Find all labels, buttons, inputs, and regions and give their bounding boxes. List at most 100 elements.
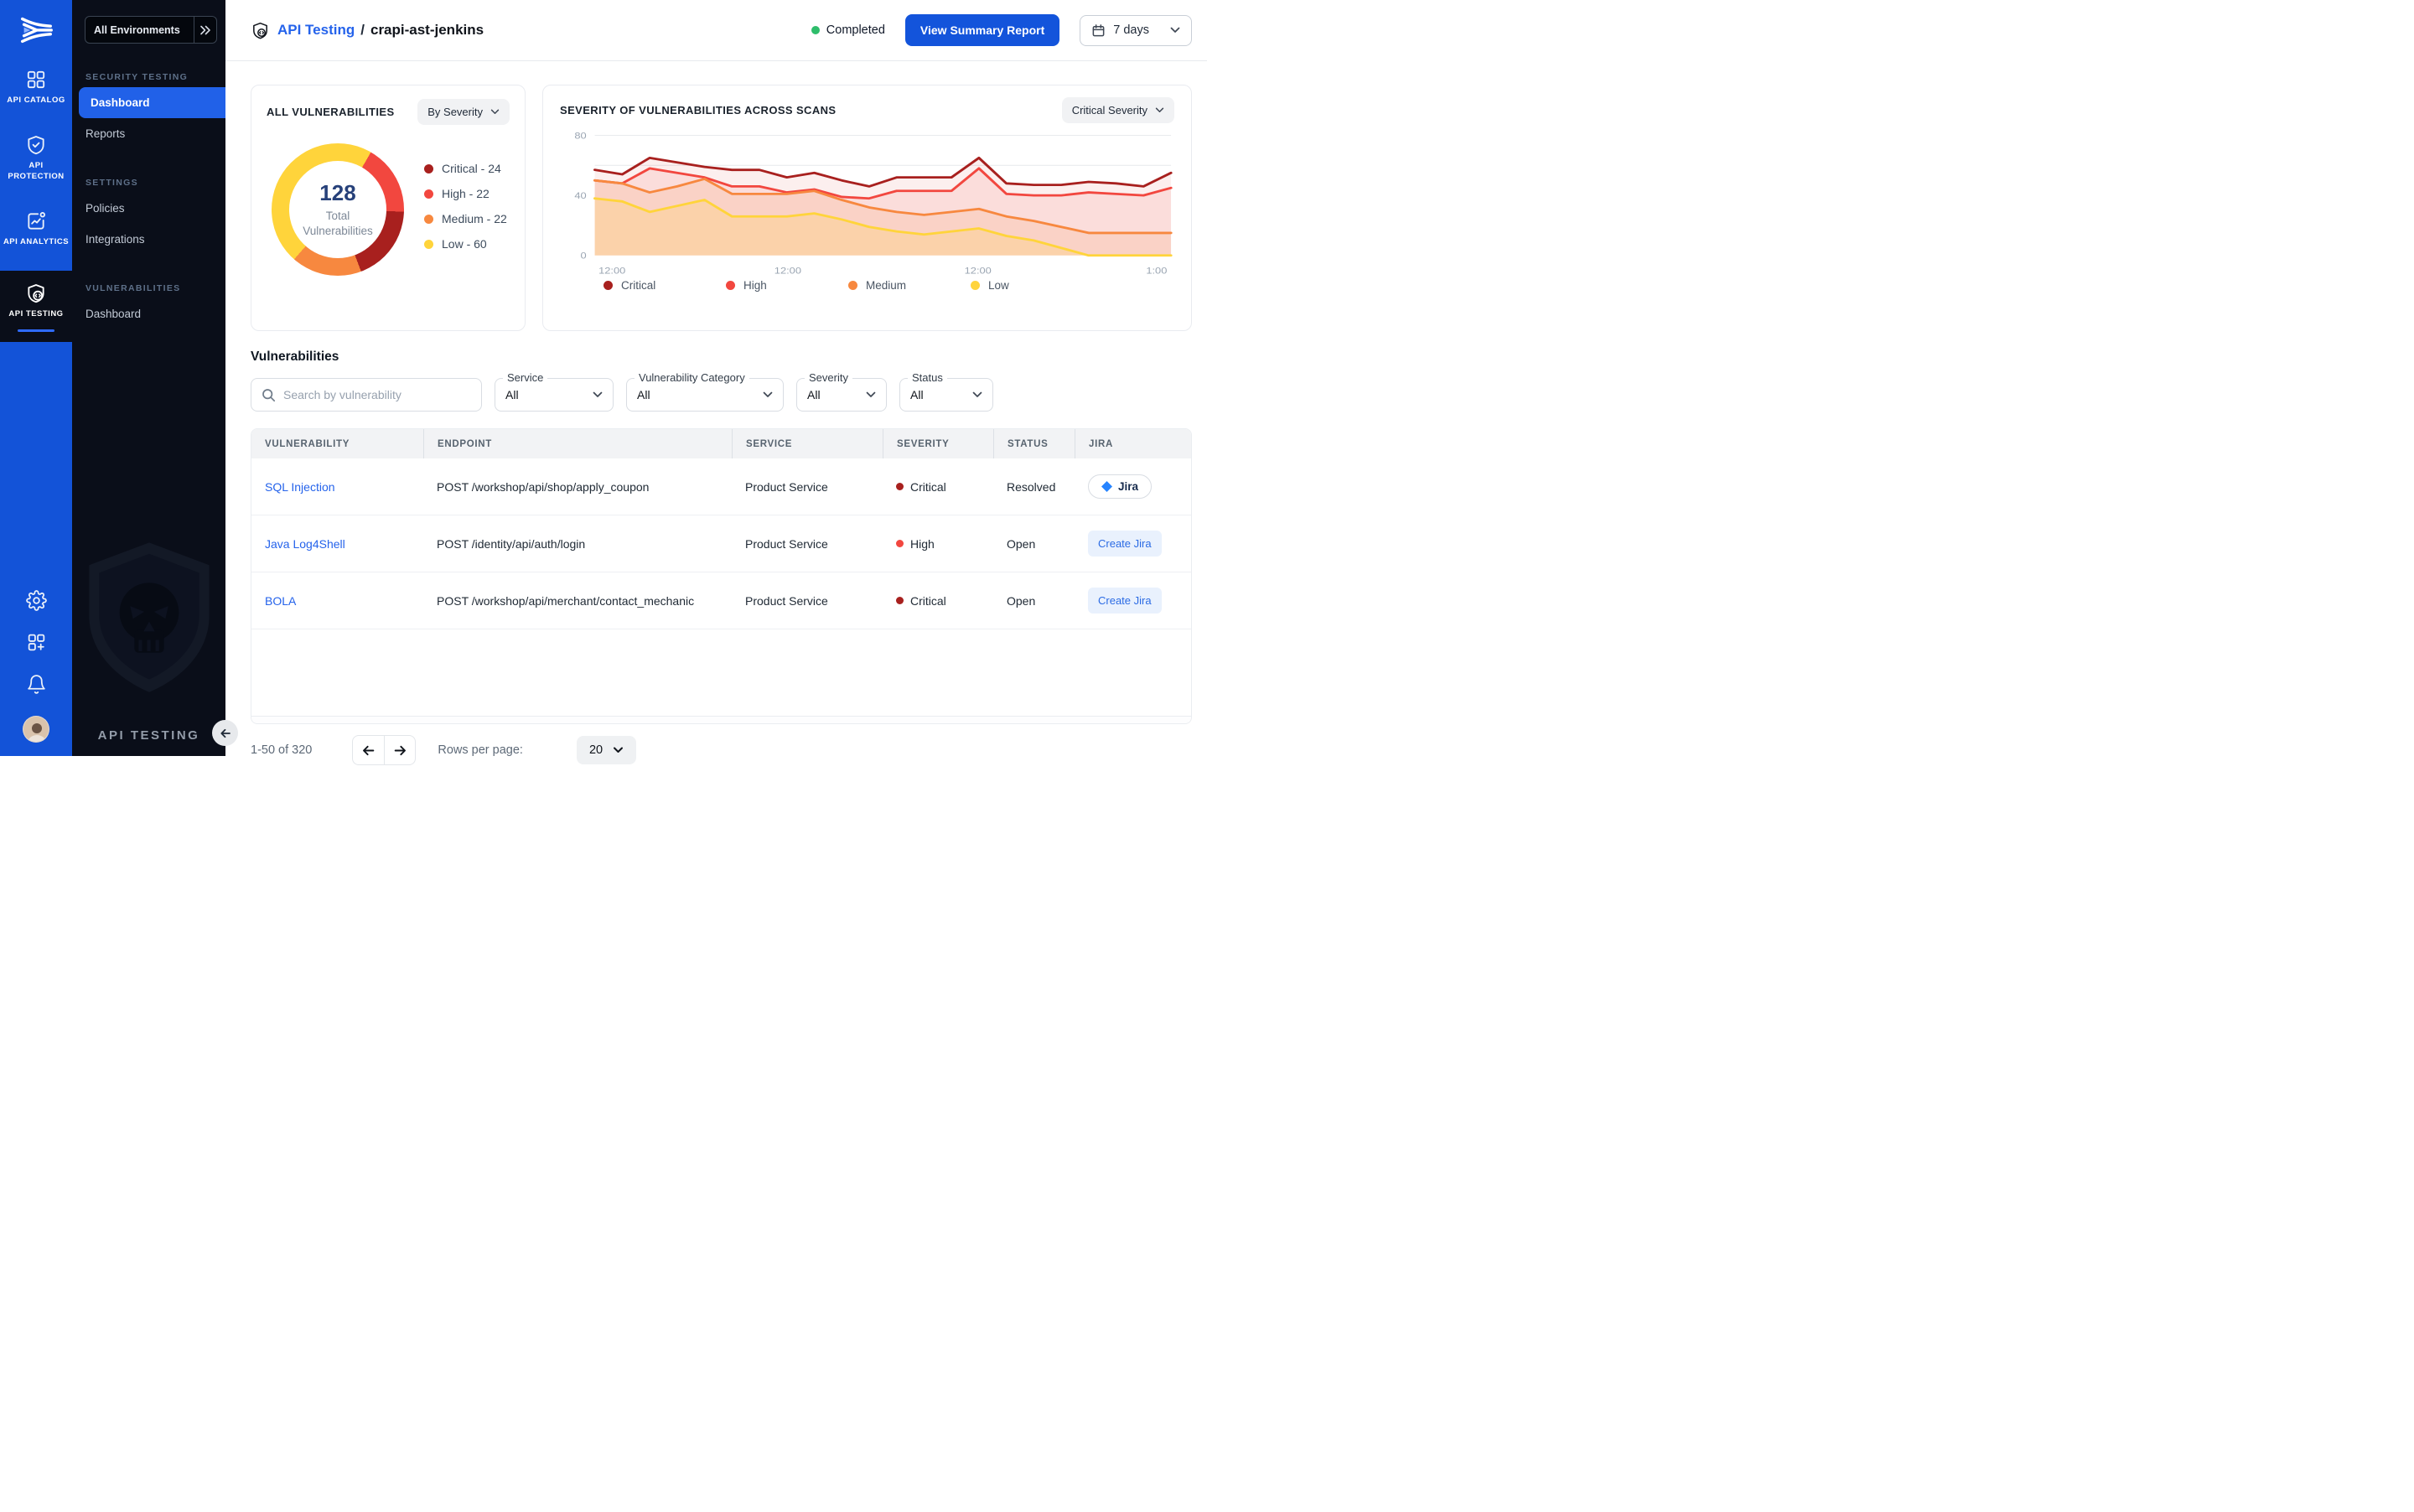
sidebar-section-settings: SETTINGS bbox=[85, 178, 212, 188]
sidebar-item-reports[interactable]: Reports bbox=[72, 118, 225, 149]
horizontal-scrollbar[interactable] bbox=[251, 716, 1191, 723]
rows-per-page-select[interactable]: 20 bbox=[577, 736, 636, 764]
rail-item-api-catalog[interactable]: API CATALOG bbox=[0, 60, 72, 114]
severity-dot bbox=[896, 597, 904, 604]
active-rail-indicator bbox=[18, 329, 54, 332]
filter-service[interactable]: Service All bbox=[495, 378, 614, 412]
filter-severity[interactable]: Severity All bbox=[796, 378, 887, 412]
apps-add-icon[interactable] bbox=[26, 632, 47, 653]
svg-text:12:00: 12:00 bbox=[598, 265, 625, 276]
sidebar-item-dashboard[interactable]: Dashboard bbox=[79, 87, 225, 118]
severity-trend-card: SEVERITY OF VULNERABILITIES ACROSS SCANS… bbox=[542, 85, 1192, 331]
filter-status[interactable]: Status All bbox=[899, 378, 993, 412]
environment-selector[interactable]: All Environments bbox=[85, 16, 217, 44]
filter-value: All bbox=[910, 388, 924, 401]
sidebar-item-vuln-dashboard[interactable]: Dashboard bbox=[72, 298, 225, 329]
sidebar-item-integrations[interactable]: Integrations bbox=[72, 224, 225, 255]
service-cell: Product Service bbox=[732, 594, 883, 608]
donut-card-title: ALL VULNERABILITIES bbox=[267, 106, 395, 118]
trend-card-title: SEVERITY OF VULNERABILITIES ACROSS SCANS bbox=[560, 104, 837, 117]
rows-per-page-label: Rows per page: bbox=[438, 743, 523, 757]
rail-item-label: API TESTING bbox=[8, 309, 63, 319]
chevron-down-icon bbox=[1155, 107, 1164, 113]
chevron-down-icon bbox=[613, 747, 624, 753]
search-input[interactable] bbox=[283, 388, 471, 401]
filter-vulnerability-category[interactable]: Vulnerability Category All bbox=[626, 378, 784, 412]
endpoint-cell: POST /workshop/api/shop/apply_coupon bbox=[423, 480, 732, 494]
column-header-vulnerability[interactable]: VULNERABILITY bbox=[251, 429, 423, 458]
svg-text:12:00: 12:00 bbox=[965, 265, 992, 276]
notifications-bell-icon[interactable] bbox=[26, 674, 47, 695]
chevron-down-icon bbox=[490, 109, 500, 115]
jira-link-button[interactable]: Jira bbox=[1088, 474, 1152, 499]
legend-dot bbox=[726, 281, 735, 290]
svg-text:1:00: 1:00 bbox=[1146, 265, 1167, 276]
chevron-double-right-icon[interactable] bbox=[194, 17, 216, 43]
svg-text:0: 0 bbox=[581, 250, 587, 261]
trend-severity-value: Critical Severity bbox=[1072, 104, 1147, 117]
filter-value: All bbox=[807, 388, 821, 401]
legend-dot bbox=[424, 164, 433, 173]
pager-buttons bbox=[352, 735, 416, 765]
severity-cell: Critical bbox=[883, 480, 993, 494]
scan-status: Completed bbox=[811, 23, 885, 37]
skull-shield-watermark bbox=[82, 538, 216, 697]
settings-gear-icon[interactable] bbox=[26, 590, 47, 611]
primary-rail: API CATALOG API PROTECTION API ANALYTICS bbox=[0, 0, 72, 756]
main-content: API Testing / crapi-ast-jenkins Complete… bbox=[225, 0, 1207, 756]
rail-item-api-analytics[interactable]: API ANALYTICS bbox=[0, 202, 72, 256]
filter-label: Service bbox=[503, 371, 547, 384]
sidebar-item-policies[interactable]: Policies bbox=[72, 193, 225, 224]
rail-item-api-protection[interactable]: API PROTECTION bbox=[0, 126, 72, 190]
svg-text:80: 80 bbox=[574, 130, 587, 141]
svg-text:40: 40 bbox=[574, 190, 587, 201]
sidebar-collapse-button[interactable] bbox=[212, 720, 238, 746]
create-jira-button[interactable]: Create Jira bbox=[1088, 588, 1162, 614]
legend-item-critical: Critical bbox=[604, 279, 726, 292]
endpoint-cell: POST /identity/api/auth/login bbox=[423, 537, 732, 551]
vulnerability-link[interactable]: Java Log4Shell bbox=[265, 537, 345, 551]
donut-groupby-dropdown[interactable]: By Severity bbox=[417, 99, 510, 125]
svg-text:12:00: 12:00 bbox=[774, 265, 801, 276]
breadcrumb-current-page: crapi-ast-jenkins bbox=[370, 22, 484, 39]
legend-item-high: High bbox=[726, 279, 848, 292]
rail-item-api-testing[interactable]: API TESTING bbox=[0, 271, 72, 341]
vulnerability-search[interactable] bbox=[251, 378, 482, 412]
vulnerability-link[interactable]: BOLA bbox=[265, 594, 296, 608]
vulnerability-link[interactable]: SQL Injection bbox=[265, 480, 335, 494]
breadcrumb-app-link[interactable]: API Testing bbox=[277, 22, 355, 39]
legend-label: Low - 60 bbox=[442, 237, 487, 251]
column-header-severity[interactable]: SEVERITY bbox=[883, 429, 993, 458]
date-range-picker[interactable]: 7 days bbox=[1080, 15, 1192, 46]
brand-logo[interactable] bbox=[17, 10, 55, 49]
user-avatar[interactable] bbox=[23, 716, 49, 743]
previous-page-button[interactable] bbox=[352, 735, 384, 765]
column-header-service[interactable]: SERVICE bbox=[732, 429, 883, 458]
vulnerabilities-donut-chart: 128 Total Vulnerabilities bbox=[272, 143, 404, 276]
date-range-value: 7 days bbox=[1113, 23, 1149, 37]
rail-item-label: API PROTECTION bbox=[3, 161, 70, 182]
status-cell: Open bbox=[993, 594, 1075, 608]
table-empty-space bbox=[251, 629, 1191, 716]
rail-item-label: API ANALYTICS bbox=[3, 237, 69, 247]
legend-dot bbox=[971, 281, 980, 290]
column-header-jira[interactable]: JIRA bbox=[1075, 429, 1191, 458]
service-cell: Product Service bbox=[732, 537, 883, 551]
table-header-row: VULNERABILITY ENDPOINT SERVICE SEVERITY … bbox=[251, 429, 1191, 458]
table-row: BOLA POST /workshop/api/merchant/contact… bbox=[251, 572, 1191, 629]
table-row: SQL Injection POST /workshop/api/shop/ap… bbox=[251, 458, 1191, 515]
severity-cell: Critical bbox=[883, 594, 993, 608]
legend-item-low: Low - 60 bbox=[424, 237, 507, 251]
rail-bottom bbox=[23, 590, 49, 743]
column-header-status[interactable]: STATUS bbox=[993, 429, 1075, 458]
column-header-endpoint[interactable]: ENDPOINT bbox=[423, 429, 732, 458]
chevron-down-icon bbox=[866, 391, 876, 398]
legend-dot bbox=[848, 281, 857, 290]
next-page-button[interactable] bbox=[384, 735, 416, 765]
legend-label: Low bbox=[988, 279, 1009, 292]
create-jira-button[interactable]: Create Jira bbox=[1088, 531, 1162, 557]
view-summary-report-button[interactable]: View Summary Report bbox=[905, 14, 1059, 46]
trend-severity-dropdown[interactable]: Critical Severity bbox=[1062, 97, 1174, 123]
severity-cell: High bbox=[883, 537, 993, 551]
severity-trend-chart: 80 40 0 12:00 12:00 12:00 1:00 bbox=[560, 127, 1174, 277]
